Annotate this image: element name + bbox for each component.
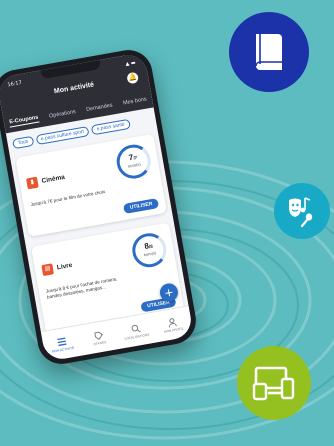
- nav-item-offers[interactable]: OFFRES: [82, 327, 116, 347]
- coupon-card[interactable]: ▮ Cinéma 7/7 euro(s) Jusqu'à 7€ pour le …: [15, 133, 168, 237]
- nav-item-activity[interactable]: MON ACTIVITÉ: [45, 334, 79, 354]
- status-time: 16:17: [7, 79, 23, 89]
- book-badge: [229, 12, 309, 92]
- nav-item-locations[interactable]: LOCALISATIONS: [119, 321, 153, 341]
- tab-operations[interactable]: Opérations: [49, 109, 77, 120]
- use-coupon-button[interactable]: UTILISER: [123, 198, 160, 214]
- coupon-balance-ring: 8/8 euro(s): [129, 230, 170, 270]
- phone-notch: [40, 59, 102, 80]
- tab-demandes[interactable]: Demandes: [86, 102, 113, 113]
- cinema-ticket-icon: ▮: [26, 176, 39, 190]
- app-header: 16:17 ▲ ▬ Mon activité 🔔 E-Coupons Opéra…: [0, 52, 154, 134]
- nav-label: LOCALISATIONS: [124, 332, 150, 341]
- nav-item-profile[interactable]: MON PROFIL: [156, 314, 190, 334]
- coupon-name: Livre: [56, 261, 73, 272]
- search-icon: [131, 324, 141, 332]
- filter-chip-sante[interactable]: e.pass santé: [90, 118, 131, 136]
- user-icon: [169, 317, 178, 327]
- filter-chip-culture-sport[interactable]: e.pass culture sport: [35, 125, 90, 146]
- nav-label: MON PROFIL: [163, 325, 184, 334]
- theater-music-badge: [274, 183, 330, 239]
- coupon-name: Cinéma: [41, 173, 66, 185]
- devices-badge: [237, 346, 311, 420]
- menu-lines-icon: [56, 337, 67, 346]
- status-icons: ▲ ▬: [125, 59, 137, 68]
- nav-label: OFFRES: [93, 339, 107, 346]
- phone-mockup: 16:17 ▲ ▬ Mon activité 🔔 E-Coupons Opéra…: [0, 46, 200, 368]
- coupon-amount-suffix: /8: [148, 243, 154, 250]
- filter-chip-all[interactable]: Tous: [11, 135, 34, 150]
- coupon-description: Jusqu'à 8 € pour l'achat de romans, band…: [45, 276, 118, 300]
- coupon-balance-ring: 7/7 euro(s): [114, 141, 154, 182]
- tab-mes-bons[interactable]: Mes bons: [123, 96, 148, 106]
- tab-e-coupons[interactable]: E-Coupons: [8, 114, 40, 128]
- coupon-amount-suffix: /7: [132, 154, 138, 161]
- devices-icon: [252, 366, 295, 401]
- app-screen: 16:17 ▲ ▬ Mon activité 🔔 E-Coupons Opéra…: [0, 52, 194, 362]
- nav-label: MON ACTIVITÉ: [51, 345, 75, 354]
- book-icon: ▤: [41, 263, 55, 277]
- tag-icon: [94, 331, 104, 340]
- coupon-description: Jusqu'à 7€ pour le film de votre choix: [30, 189, 106, 208]
- book-icon: [255, 34, 282, 70]
- theater-music-icon: [289, 197, 313, 228]
